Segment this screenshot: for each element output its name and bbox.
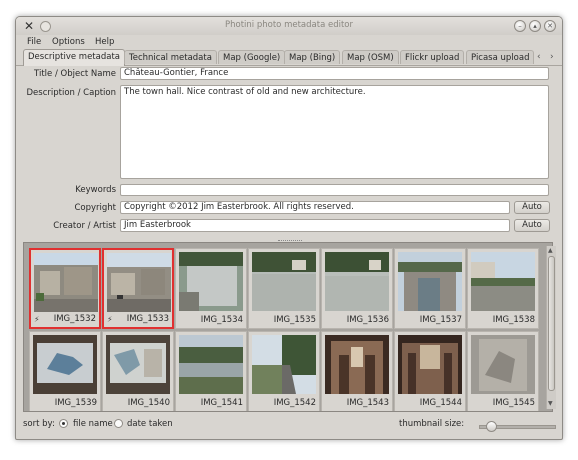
photo-town-hall-icon: [107, 253, 171, 312]
creator-label: Creator / Artist: [53, 221, 116, 231]
photo-church-interior-icon: [398, 335, 462, 394]
sync-flag-icon: ⚡: [107, 315, 113, 324]
photo-weir-icon: [325, 252, 389, 311]
thumbnail-name: IMG_1540: [127, 398, 170, 408]
thumbnail-img-1544[interactable]: IMG_1544: [394, 331, 466, 411]
thumbnail-img-1539[interactable]: IMG_1539: [29, 331, 101, 411]
description-label: Description / Caption: [26, 88, 117, 98]
thumbnail-img-1536[interactable]: IMG_1536: [321, 248, 393, 329]
thumbnail-size-slider[interactable]: [479, 421, 556, 432]
sort-filename-radio[interactable]: [59, 419, 68, 428]
footer-bar: sort by: file name date taken thumbnail …: [16, 415, 562, 435]
photo-weir-icon: [252, 252, 316, 311]
thumbnail-img-1535[interactable]: IMG_1535: [248, 248, 320, 329]
photo-sign-icon: [33, 335, 97, 394]
thumbnail-img-1533[interactable]: ⚡ IMG_1533: [102, 248, 174, 329]
keywords-field[interactable]: [120, 184, 549, 196]
thumbnail-name: IMG_1541: [200, 398, 243, 408]
close-icon[interactable]: ✕: [544, 20, 556, 32]
scroll-up-icon[interactable]: ▲: [548, 247, 553, 254]
sort-by-label: sort by:: [23, 419, 55, 429]
thumbnail-grid: ⚡ IMG_1532 ⚡ IMG_1533 IMG_1534 IMG_1535 …: [23, 242, 553, 412]
tab-map-osm[interactable]: Map (OSM): [342, 50, 399, 64]
thumbnail-name: IMG_1539: [54, 398, 97, 408]
thumbnail-img-1543[interactable]: IMG_1543: [321, 331, 393, 411]
tab-scroll-left-icon[interactable]: ‹: [537, 52, 541, 62]
tab-descriptive-metadata[interactable]: Descriptive metadata: [23, 49, 125, 66]
thumbnail-size-label: thumbnail size:: [399, 419, 465, 429]
window-title: Photini photo metadata editor: [225, 20, 353, 30]
title-field[interactable]: Château-Gontier, France: [120, 67, 549, 80]
description-field[interactable]: The town hall. Nice contrast of old and …: [120, 85, 549, 179]
tab-technical-metadata[interactable]: Technical metadata: [124, 50, 217, 64]
minimize-icon[interactable]: –: [514, 20, 526, 32]
menu-bar: File Options Help: [16, 35, 562, 49]
thumbnail-img-1541[interactable]: IMG_1541: [175, 331, 247, 411]
thumbnail-name: IMG_1542: [273, 398, 316, 408]
tab-flickr-upload[interactable]: Flickr upload: [400, 50, 465, 64]
main-window: ✕ Photini photo metadata editor – ▴ ✕ Fi…: [15, 16, 563, 440]
thumbnail-name: IMG_1534: [200, 315, 243, 325]
copyright-field[interactable]: Copyright ©2012 Jim Easterbrook. All rig…: [120, 201, 510, 214]
maximize-icon[interactable]: ▴: [529, 20, 541, 32]
thumbnail-img-1537[interactable]: IMG_1537: [394, 248, 466, 329]
thumbnail-img-1542[interactable]: IMG_1542: [248, 331, 320, 411]
menu-file[interactable]: File: [27, 37, 41, 47]
photo-canal-icon: [471, 252, 535, 311]
tab-map-bing[interactable]: Map (Bing): [284, 50, 341, 64]
thumbnail-name: IMG_1532: [53, 314, 96, 324]
thumbnail-img-1545[interactable]: IMG_1545: [467, 331, 539, 411]
photo-lock-icon: [398, 252, 462, 311]
scrollbar-handle[interactable]: [548, 256, 555, 391]
photo-road-icon: [252, 335, 316, 394]
sync-flag-icon: ⚡: [34, 315, 40, 324]
sort-filename-label[interactable]: file name: [73, 419, 113, 429]
tab-picasa-upload[interactable]: Picasa upload: [466, 50, 535, 64]
thumbnail-img-1532[interactable]: ⚡ IMG_1532: [29, 248, 101, 329]
thumbnail-name: IMG_1544: [419, 398, 462, 408]
thumbnail-name: IMG_1536: [346, 315, 389, 325]
creator-field[interactable]: Jim Easterbrook: [120, 219, 510, 232]
tab-scroll-right-icon[interactable]: ›: [550, 52, 554, 62]
photo-church-interior-icon: [325, 335, 389, 394]
menu-help[interactable]: Help: [95, 37, 114, 47]
thumbnail-img-1540[interactable]: IMG_1540: [102, 331, 174, 411]
thumbnail-name: IMG_1543: [346, 398, 389, 408]
photo-river-icon: [179, 335, 243, 394]
photo-weir-icon: [179, 252, 243, 311]
thumbnail-img-1534[interactable]: IMG_1534: [175, 248, 247, 329]
sort-date-label[interactable]: date taken: [127, 419, 173, 429]
title-label: Title / Object Name: [34, 69, 116, 79]
photo-town-hall-icon: [34, 253, 98, 312]
sort-date-radio[interactable]: [114, 419, 123, 428]
thumbnail-img-1538[interactable]: IMG_1538: [467, 248, 539, 329]
tab-map-google[interactable]: Map (Google): [218, 50, 286, 64]
slider-knob[interactable]: [486, 421, 497, 432]
copyright-auto-button[interactable]: Auto: [514, 201, 550, 214]
copyright-label: Copyright: [74, 203, 116, 213]
thumbnail-name: IMG_1537: [419, 315, 462, 325]
creator-auto-button[interactable]: Auto: [514, 219, 550, 232]
tab-bar: Descriptive metadata Technical metadata …: [16, 49, 562, 66]
scroll-down-icon[interactable]: ▼: [548, 400, 553, 407]
keywords-label: Keywords: [75, 185, 116, 195]
menu-options[interactable]: Options: [52, 37, 85, 47]
thumbnail-name: IMG_1535: [273, 315, 316, 325]
thumbnail-name: IMG_1545: [492, 398, 535, 408]
title-bar[interactable]: ✕ Photini photo metadata editor – ▴ ✕: [16, 17, 562, 35]
thumbnail-name: IMG_1533: [126, 314, 169, 324]
photo-stone-relief-icon: [471, 335, 535, 394]
thumbnail-name: IMG_1538: [492, 315, 535, 325]
photo-sign-icon: [106, 335, 170, 394]
thumbnail-scrollbar[interactable]: ▲ ▼: [546, 246, 556, 409]
